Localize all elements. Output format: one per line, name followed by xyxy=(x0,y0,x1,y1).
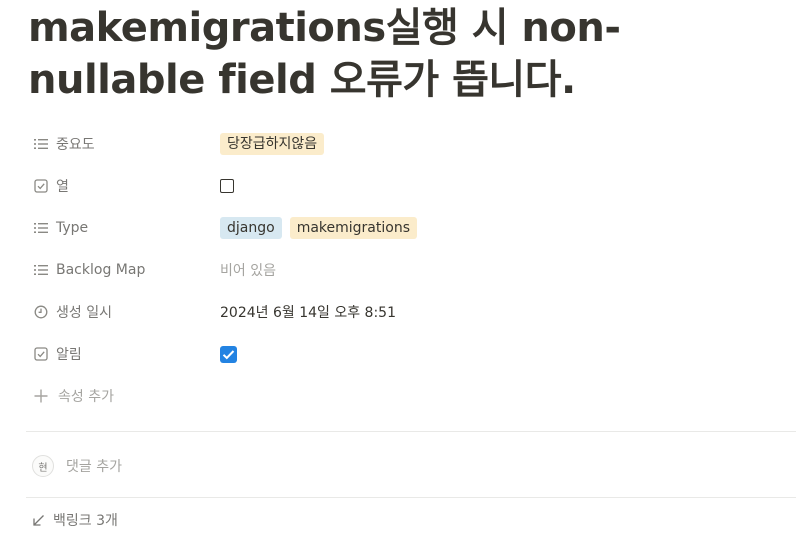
property-row-column: 열 xyxy=(26,165,796,207)
list-icon xyxy=(32,219,50,237)
checkbox-icon xyxy=(32,345,50,363)
notion-page: makemigrations실행 시 non-nullable field 오류… xyxy=(0,0,796,551)
property-row-type: Type django makemigrations xyxy=(26,207,796,249)
property-label: Backlog Map xyxy=(56,262,146,278)
property-label: 생성 일시 xyxy=(56,305,112,321)
list-icon xyxy=(32,135,50,153)
property-value-notification xyxy=(220,345,237,363)
property-value-created-time: 2024년 6월 14일 오후 8:51 xyxy=(220,302,396,322)
properties-panel: 중요도 당장급하지않음 열 Type django makemigrations… xyxy=(26,123,796,417)
list-icon xyxy=(32,261,50,279)
plus-icon xyxy=(32,387,50,405)
add-property-label: 속성 추가 xyxy=(58,389,114,405)
backlinks-label: 백링크 3개 xyxy=(53,513,118,529)
empty-value: 비어 있음 xyxy=(220,263,276,279)
multi-select-tag[interactable]: makemigrations xyxy=(289,217,417,239)
property-label: Type xyxy=(56,220,89,236)
page-title[interactable]: makemigrations실행 시 non-nullable field 오류… xyxy=(28,2,794,106)
date-value: 2024년 6월 14일 오후 8:51 xyxy=(220,305,396,321)
clock-icon xyxy=(32,303,50,321)
property-row-notification: 알림 xyxy=(26,333,796,375)
backlinks-toggle[interactable]: 백링크 3개 xyxy=(32,510,118,530)
property-name-type[interactable]: Type xyxy=(26,211,220,245)
property-label: 중요도 xyxy=(56,137,95,153)
property-label: 알림 xyxy=(56,347,82,363)
comment-input[interactable]: 현 댓글 추가 xyxy=(32,455,122,477)
property-name-created-time[interactable]: 생성 일시 xyxy=(26,295,220,329)
property-name-importance[interactable]: 중요도 xyxy=(26,127,220,161)
property-name-notification[interactable]: 알림 xyxy=(26,337,220,371)
checkmark-icon xyxy=(222,349,235,359)
property-row-importance: 중요도 당장급하지않음 xyxy=(26,123,796,165)
checkbox-unchecked[interactable] xyxy=(220,179,234,193)
property-name-column[interactable]: 열 xyxy=(26,169,220,203)
property-value-importance[interactable]: 당장급하지않음 xyxy=(220,133,325,155)
checkbox-icon xyxy=(32,177,50,195)
property-value-column xyxy=(220,179,234,193)
select-tag[interactable]: 당장급하지않음 xyxy=(220,133,325,155)
checkbox-checked[interactable] xyxy=(220,345,237,363)
comment-placeholder: 댓글 추가 xyxy=(66,459,122,475)
property-name-backlog-map[interactable]: Backlog Map xyxy=(26,253,220,287)
property-value-backlog-map[interactable]: 비어 있음 xyxy=(220,260,276,280)
add-property-button[interactable]: 속성 추가 xyxy=(26,375,796,417)
arrow-down-left-icon xyxy=(32,514,45,527)
property-label: 열 xyxy=(56,179,69,195)
divider xyxy=(26,431,796,432)
divider xyxy=(26,497,796,498)
avatar: 현 xyxy=(32,455,54,477)
multi-select-tag[interactable]: django xyxy=(220,217,282,239)
property-value-type[interactable]: django makemigrations xyxy=(220,217,417,239)
property-row-created-time: 생성 일시 2024년 6월 14일 오후 8:51 xyxy=(26,291,796,333)
property-row-backlog-map: Backlog Map 비어 있음 xyxy=(26,249,796,291)
